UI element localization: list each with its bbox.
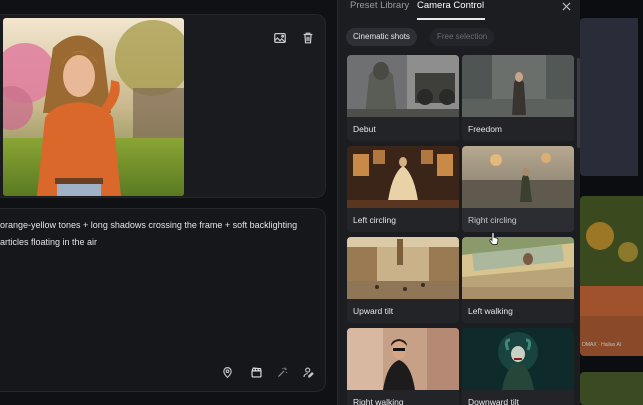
- clapperboard-icon[interactable]: [246, 362, 266, 382]
- app-root: orange-yellow tones + long shadows cross…: [0, 0, 643, 405]
- magic-wand-icon[interactable]: [272, 362, 292, 382]
- location-pin-icon[interactable]: [217, 362, 237, 382]
- image-card: [0, 14, 326, 198]
- preset-label-freedom: Freedom: [468, 124, 503, 134]
- trash-icon[interactable]: [297, 27, 319, 49]
- preset-thumb-right-walking: [347, 328, 459, 390]
- right-gallery-column: OMAX · Hailuo AI: [580, 0, 643, 405]
- preset-tile-right-walking[interactable]: Right walking: [347, 328, 459, 405]
- panel-tabs: Preset Library Camera Control: [338, 0, 581, 20]
- gallery-item-1[interactable]: [580, 18, 638, 176]
- person-edit-icon[interactable]: [298, 362, 318, 382]
- tab-preset-library[interactable]: Preset Library: [350, 0, 409, 12]
- gallery-item-2[interactable]: [580, 196, 643, 356]
- preset-tile-freedom[interactable]: Freedom: [462, 55, 574, 141]
- camera-panel: Preset Library Camera Control Cinematic …: [337, 0, 580, 405]
- preset-thumb-left-circling: [347, 146, 459, 208]
- gallery-watermark: OMAX · Hailuo AI: [582, 342, 622, 348]
- image-replace-icon[interactable]: [269, 27, 291, 49]
- gallery-item-3[interactable]: [580, 372, 643, 405]
- preset-tile-upward-tilt[interactable]: Upward tilt: [347, 237, 459, 323]
- preset-thumb-downward-tilt: [462, 328, 574, 390]
- prompt-line-2: articles floating in the air: [0, 237, 98, 247]
- preset-thumb-freedom: [462, 55, 574, 117]
- filter-cinematic-shots[interactable]: Cinematic shots: [346, 28, 417, 46]
- prompt-line-1: orange-yellow tones + long shadows cross…: [0, 220, 298, 230]
- close-icon[interactable]: [560, 0, 572, 12]
- prompt-card[interactable]: orange-yellow tones + long shadows cross…: [0, 208, 326, 392]
- active-tab-underline: [417, 18, 485, 20]
- preset-label-left-circling: Left circling: [353, 215, 396, 225]
- preset-tile-left-circling[interactable]: Left circling: [347, 146, 459, 232]
- preset-label-upward-tilt: Upward tilt: [353, 306, 394, 316]
- preset-thumb-debut: [347, 55, 459, 117]
- hand-cursor-icon: [489, 232, 499, 245]
- tab-camera-control[interactable]: Camera Control: [417, 0, 484, 12]
- preset-label-right-walking: Right walking: [353, 397, 404, 405]
- preset-label-downward-tilt: Downward tilt: [468, 397, 520, 405]
- preset-thumb-left-walking: [462, 237, 574, 299]
- preset-label-right-circling: Right circling: [468, 215, 517, 225]
- preset-tile-downward-tilt[interactable]: Downward tilt: [462, 328, 574, 405]
- preset-label-debut: Debut: [353, 124, 376, 134]
- preset-tile-right-circling[interactable]: Right circling: [462, 146, 574, 232]
- filter-free-selection[interactable]: Free selection: [430, 28, 495, 46]
- preset-tile-debut[interactable]: Debut: [347, 55, 459, 141]
- preset-label-left-walking: Left walking: [468, 306, 513, 316]
- reference-photo[interactable]: [3, 18, 184, 196]
- preset-tile-left-walking[interactable]: Left walking: [462, 237, 574, 323]
- preset-thumb-upward-tilt: [347, 237, 459, 299]
- preset-thumb-right-circling: [462, 146, 574, 208]
